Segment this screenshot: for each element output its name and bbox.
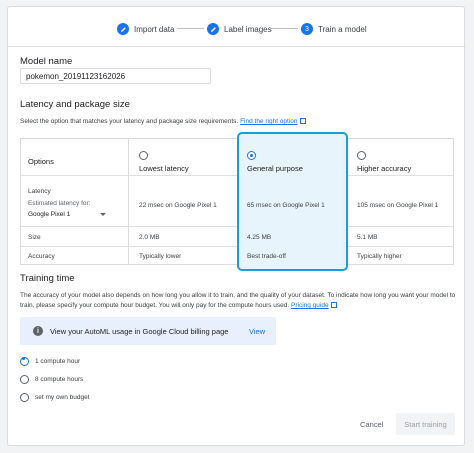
general-purpose-card[interactable]: General purpose 65 msec on Google Pixel … [237, 132, 348, 271]
accuracy-higher: Typically higher [357, 253, 402, 260]
option-label: set my own budget [35, 393, 90, 401]
size-lowest: 2.0 MB [139, 234, 160, 241]
option-label: 1 compute hour [35, 357, 81, 365]
start-training-button[interactable]: Start training [396, 413, 455, 435]
label-general-purpose: General purpose [247, 164, 303, 173]
size-higher: 5.1 MB [357, 234, 378, 241]
radio-general-purpose[interactable] [247, 151, 256, 160]
step-connector [177, 28, 204, 29]
device-select[interactable]: Google Pixel 1 [28, 209, 106, 220]
accuracy-lowest: Typically lower [139, 253, 182, 260]
model-name-heading: Model name [20, 56, 73, 67]
label-lowest-latency: Lowest latency [139, 164, 189, 173]
latency-lowest: 22 msec on Google Pixel 1 [139, 202, 217, 209]
stepper: Import data Label images 3 Train a model [8, 7, 466, 47]
step-label-images[interactable]: Label images [207, 21, 272, 37]
external-link-icon [299, 118, 306, 124]
training-heading: Training time [20, 273, 75, 284]
step-number: 3 [301, 23, 313, 35]
estimated-latency-label: Estimated latency for: [28, 200, 91, 207]
model-name-input[interactable]: pokemon_20191123162026 [20, 68, 211, 84]
option-label: 8 compute hours [35, 375, 84, 383]
step-label: Import data [134, 24, 175, 34]
latency-heading: Latency and package size [20, 99, 130, 110]
pencil-icon [117, 23, 129, 35]
radio-higher-accuracy[interactable] [357, 151, 366, 160]
latency-general: 65 msec on Google Pixel 1 [247, 202, 325, 209]
banner-text: View your AutoML usage in Google Cloud b… [50, 326, 229, 336]
latency-row-label: Latency [28, 188, 51, 195]
step-label: Train a model [318, 24, 367, 34]
step-train-model[interactable]: 3 Train a model [301, 21, 367, 37]
view-billing-button[interactable]: View [249, 327, 265, 336]
radio-own-budget[interactable] [20, 392, 29, 402]
info-icon: i [33, 326, 43, 336]
option-1-compute-hour[interactable]: 1 compute hour [20, 355, 80, 367]
label-higher-accuracy: Higher accuracy [357, 164, 412, 173]
training-description: The accuracy of your model also depends … [20, 292, 456, 309]
billing-banner: i View your AutoML usage in Google Cloud… [20, 317, 276, 345]
external-link-icon [330, 302, 337, 308]
train-model-dialog: Import data Label images 3 Train a model… [7, 6, 466, 446]
pricing-guide-link[interactable]: Pricing guide [291, 302, 329, 309]
options-header: Options [28, 157, 54, 166]
latency-higher: 105 msec on Google Pixel 1 [357, 202, 439, 209]
cancel-button[interactable]: Cancel [360, 420, 383, 429]
radio-1-compute-hour[interactable] [20, 356, 29, 366]
latency-description: Select the option that matches your late… [20, 117, 306, 127]
size-row-label: Size [28, 234, 41, 241]
device-select-value: Google Pixel 1 [28, 211, 71, 218]
radio-lowest-latency[interactable] [139, 151, 148, 160]
radio-8-compute-hours[interactable] [20, 374, 29, 384]
pencil-icon [207, 23, 219, 35]
caret-down-icon [100, 213, 106, 216]
option-own-budget[interactable]: set my own budget [20, 391, 90, 403]
accuracy-row-label: Accuracy [28, 253, 55, 260]
step-label: Label images [224, 24, 272, 34]
accuracy-general: Best trade-off [247, 253, 286, 260]
step-import-data[interactable]: Import data [117, 21, 174, 37]
step-connector [271, 28, 298, 29]
size-general: 4.25 MB [247, 234, 272, 241]
find-right-option-link[interactable]: Find the right option [240, 118, 297, 125]
option-8-compute-hours[interactable]: 8 compute hours [20, 373, 83, 385]
